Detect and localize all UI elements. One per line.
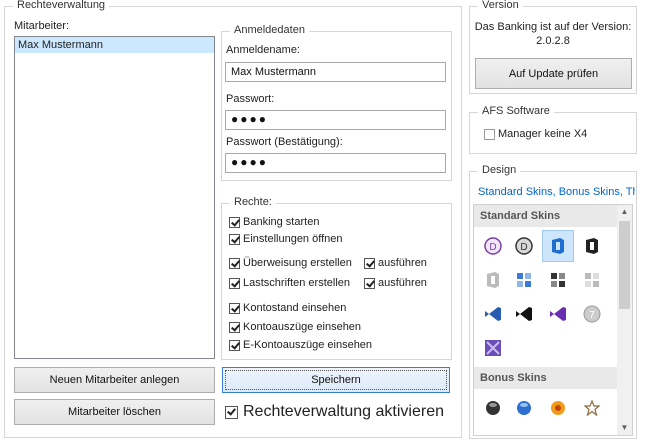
checkbox-label: E-Kontoauszüge einsehen <box>243 339 373 351</box>
lastschriften-checkbox[interactable]: Lastschriften erstellen <box>229 277 350 289</box>
svg-text:7: 7 <box>589 310 595 321</box>
office-black-icon[interactable] <box>577 231 607 261</box>
bonus-skins-header: Bonus Skins <box>474 367 632 389</box>
metro-light-icon[interactable] <box>577 265 607 295</box>
checkbox-box[interactable] <box>484 128 495 140</box>
anmeldename-field[interactable]: Max Mustermann <box>225 62 446 82</box>
checkbox-box[interactable] <box>229 339 240 351</box>
version-text: Das Banking ist auf der Version: 2.0.2.8 <box>469 20 637 48</box>
rechteverwaltung-aktivieren-checkbox[interactable]: Rechteverwaltung aktivieren <box>225 403 444 421</box>
rechte-title: Rechte: <box>230 196 276 208</box>
ueberweisung-checkbox[interactable]: Überweisung erstellen <box>229 257 352 269</box>
svg-text:D: D <box>520 242 527 253</box>
checkbox-label: Manager keine X4 <box>498 128 588 140</box>
metro-dark-icon[interactable] <box>543 265 573 295</box>
save-button[interactable]: Speichern <box>222 367 450 393</box>
passwort-label: Passwort: <box>226 93 275 105</box>
lastschriften-ausfuehren-checkbox[interactable]: ausführen <box>364 277 427 289</box>
checkbox-label: Kontostand einsehen <box>243 302 347 314</box>
e-kontoauszuege-checkbox[interactable]: E-Kontoauszüge einsehen <box>229 339 372 351</box>
metro-blue-icon[interactable] <box>509 265 539 295</box>
checkbox-label: Banking starten <box>243 216 320 228</box>
checkbox-box[interactable] <box>229 257 240 269</box>
checkbox-label: Einstellungen öffnen <box>243 233 343 245</box>
skin-gallery[interactable]: Standard Skins D D 7 Bonus Skins ▲ ▼ <box>473 204 633 436</box>
scroll-thumb[interactable] <box>619 221 630 309</box>
checkbox-label: ausführen <box>378 277 427 289</box>
einstellungen-checkbox[interactable]: Einstellungen öffnen <box>229 233 343 245</box>
seven-classic-icon[interactable]: 7 <box>577 299 607 329</box>
scroll-down-icon[interactable]: ▼ <box>617 421 632 435</box>
black-ball-icon[interactable] <box>478 393 508 423</box>
checkbox-box[interactable] <box>229 277 240 289</box>
list-item[interactable]: Max Mustermann <box>15 37 214 53</box>
passwort-confirm-label: Passwort (Bestätigung): <box>226 136 343 148</box>
star-icon[interactable] <box>577 393 607 423</box>
checkbox-label: Rechteverwaltung aktivieren <box>243 403 444 420</box>
passwort-field[interactable]: ●●●● <box>225 110 446 130</box>
kontoauszuege-checkbox[interactable]: Kontoauszüge einsehen <box>229 321 361 333</box>
version-number: 2.0.2.8 <box>536 35 570 47</box>
vs-dark-icon[interactable]: D <box>509 231 539 261</box>
checkbox-box[interactable] <box>225 405 238 419</box>
kontostand-checkbox[interactable]: Kontostand einsehen <box>229 302 346 314</box>
version-title: Version <box>478 0 523 11</box>
anmeldedaten-title: Anmeldedaten <box>230 24 309 36</box>
office-white-icon[interactable] <box>478 265 508 295</box>
scroll-up-icon[interactable]: ▲ <box>617 205 632 219</box>
skin-scrollbar[interactable]: ▲ ▼ <box>617 205 632 435</box>
svg-text:D: D <box>489 242 496 253</box>
checkbox-label: Überweisung erstellen <box>243 257 352 269</box>
mitarbeiter-label: Mitarbeiter: <box>14 20 70 32</box>
mitarbeiter-list[interactable]: Max Mustermann <box>14 36 215 359</box>
checkbox-box[interactable] <box>364 257 375 269</box>
vs-blue-icon[interactable] <box>478 299 508 329</box>
vs-purple-icon[interactable]: D <box>478 231 508 261</box>
banking-starten-checkbox[interactable]: Banking starten <box>229 216 319 228</box>
checkbox-label: ausführen <box>378 257 427 269</box>
checkbox-box[interactable] <box>364 277 375 289</box>
passwort-confirm-field[interactable]: ●●●● <box>225 153 446 173</box>
vs-black-icon[interactable] <box>509 299 539 329</box>
orange-ring-icon[interactable] <box>543 393 573 423</box>
update-button[interactable]: Auf Update prüfen <box>475 58 632 89</box>
standard-skins-header: Standard Skins <box>474 205 632 227</box>
rechteverwaltung-title: Rechteverwaltung <box>13 0 110 11</box>
vs-light-purple-icon[interactable] <box>478 333 508 363</box>
afs-title: AFS Software <box>478 105 554 117</box>
checkbox-box[interactable] <box>229 216 240 228</box>
office-blue-icon[interactable] <box>542 230 574 262</box>
design-title: Design <box>478 164 521 176</box>
blue-ball-icon[interactable] <box>509 393 539 423</box>
checkbox-label: Lastschriften erstellen <box>243 277 350 289</box>
checkbox-box[interactable] <box>229 302 240 314</box>
manager-checkbox[interactable]: Manager keine X4 <box>484 128 587 140</box>
checkbox-box[interactable] <box>229 321 240 333</box>
checkbox-label: Kontoauszüge einsehen <box>243 321 362 333</box>
version-line: Das Banking ist auf der Version: <box>474 21 632 33</box>
new-employee-button[interactable]: Neuen Mitarbeiter anlegen <box>14 367 215 393</box>
vs-violet-icon[interactable] <box>543 299 573 329</box>
delete-employee-button[interactable]: Mitarbeiter löschen <box>14 399 215 425</box>
skin-links[interactable]: Standard Skins, Bonus Skins, The <box>478 186 635 198</box>
ueberweisung-ausfuehren-checkbox[interactable]: ausführen <box>364 257 427 269</box>
anmeldename-label: Anmeldename: <box>226 44 300 56</box>
checkbox-box[interactable] <box>229 233 240 245</box>
